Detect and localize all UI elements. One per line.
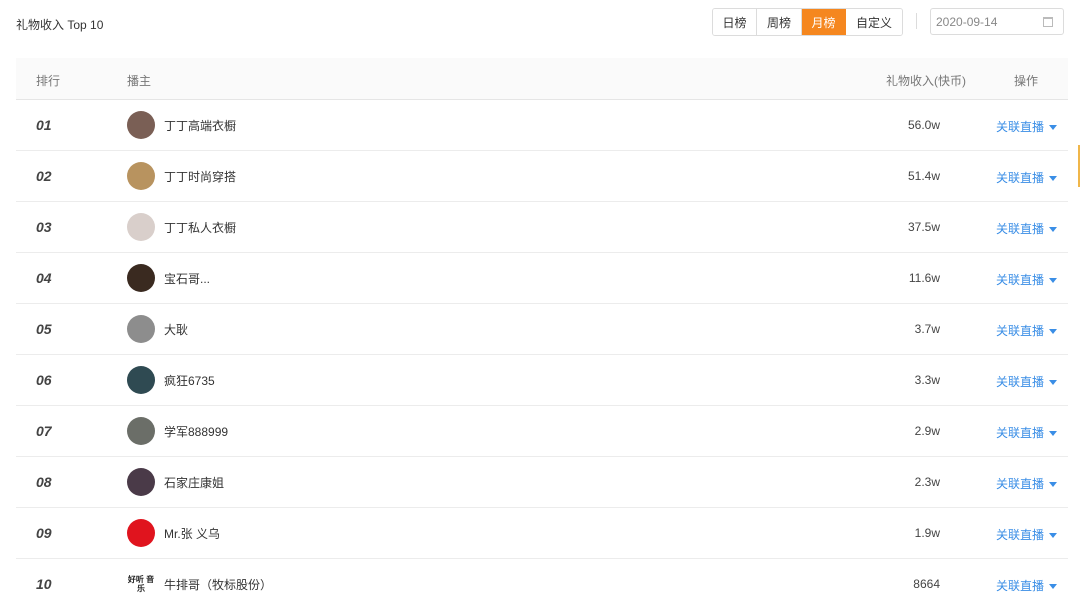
row-rank: 06 bbox=[36, 372, 52, 388]
calendar-icon bbox=[1043, 17, 1053, 27]
table-row: 05 大耿 3.7w 关联直播 bbox=[16, 304, 1068, 355]
table-header: 排行 播主 礼物收入(快币) 操作 bbox=[16, 58, 1068, 100]
gift-income-value: 1.9w bbox=[914, 526, 940, 540]
row-rank: 03 bbox=[36, 219, 52, 235]
avatar bbox=[127, 264, 155, 292]
link-live-label: 关联直播 bbox=[996, 273, 1045, 287]
caret-down-icon bbox=[1049, 278, 1058, 284]
link-live-dropdown[interactable]: 关联直播 bbox=[996, 169, 1058, 186]
host-name: 石家庄康姐 bbox=[164, 476, 225, 490]
tab-weekly[interactable]: 周榜 bbox=[757, 9, 802, 35]
link-live-dropdown[interactable]: 关联直播 bbox=[996, 220, 1058, 237]
host-name: 宝石哥... bbox=[164, 272, 211, 286]
row-rank: 02 bbox=[36, 168, 52, 184]
caret-down-icon bbox=[1049, 431, 1058, 437]
gift-income-value: 11.6w bbox=[908, 271, 940, 285]
column-header-host: 播主 bbox=[127, 74, 152, 88]
host-name: 大耿 bbox=[164, 323, 189, 337]
row-rank: 09 bbox=[36, 525, 52, 541]
host-name: 丁丁高端衣橱 bbox=[164, 119, 237, 133]
host-name: 丁丁时尚穿搭 bbox=[164, 170, 237, 184]
link-live-label: 关联直播 bbox=[996, 477, 1045, 491]
caret-down-icon bbox=[1049, 533, 1058, 539]
date-value: 2020-09-14 bbox=[936, 14, 998, 29]
link-live-dropdown[interactable]: 关联直播 bbox=[996, 577, 1058, 594]
link-live-label: 关联直播 bbox=[996, 528, 1045, 542]
table-body: 01 丁丁高端衣橱 56.0w 关联直播 02 丁丁时尚穿搭 51.4w 关联直播 03 丁丁私人… bbox=[16, 100, 1068, 608]
avatar bbox=[127, 213, 155, 241]
gift-income-table: 排行 播主 礼物收入(快币) 操作 01 丁丁高端衣橱 56.0w 关联直播 02 丁丁时… bbox=[16, 58, 1068, 608]
caret-down-icon bbox=[1049, 227, 1058, 233]
gift-income-value: 8664 bbox=[913, 577, 940, 591]
row-rank: 07 bbox=[36, 423, 52, 439]
gift-income-value: 51.4w bbox=[907, 169, 940, 183]
row-rank: 01 bbox=[36, 117, 52, 133]
gift-income-value: 3.7w bbox=[914, 322, 940, 336]
gift-income-value: 3.3w bbox=[914, 373, 940, 387]
caret-down-icon bbox=[1049, 482, 1058, 488]
caret-down-icon bbox=[1049, 329, 1058, 335]
host-name: 牛排哥（牧标股份） bbox=[164, 578, 273, 592]
host-name: 丁丁私人衣橱 bbox=[164, 221, 237, 235]
avatar bbox=[127, 519, 155, 547]
date-picker[interactable]: 2020-09-14 bbox=[930, 8, 1064, 35]
row-rank: 10 bbox=[36, 576, 52, 592]
tab-monthly[interactable]: 月榜 bbox=[802, 9, 846, 35]
column-header-rank: 排行 bbox=[36, 74, 61, 88]
avatar: 好听 音乐 bbox=[127, 570, 155, 598]
table-row: 08 石家庄康姐 2.3w 关联直播 bbox=[16, 457, 1068, 508]
link-live-dropdown[interactable]: 关联直播 bbox=[996, 373, 1058, 390]
gift-income-value: 37.5w bbox=[907, 220, 940, 234]
table-row: 06 疯狂6735 3.3w 关联直播 bbox=[16, 355, 1068, 406]
table-row: 02 丁丁时尚穿搭 51.4w 关联直播 bbox=[16, 151, 1068, 202]
link-live-dropdown[interactable]: 关联直播 bbox=[996, 526, 1058, 543]
link-live-dropdown[interactable]: 关联直播 bbox=[996, 118, 1058, 135]
table-row: 03 丁丁私人衣橱 37.5w 关联直播 bbox=[16, 202, 1068, 253]
gift-income-value: 56.0w bbox=[907, 118, 940, 132]
avatar bbox=[127, 111, 155, 139]
link-live-dropdown[interactable]: 关联直播 bbox=[996, 424, 1058, 441]
table-row: 10 好听 音乐 牛排哥（牧标股份） 8664 关联直播 bbox=[16, 559, 1068, 608]
divider bbox=[916, 13, 917, 29]
link-live-label: 关联直播 bbox=[996, 171, 1045, 185]
table-row: 04 宝石哥... 11.6w 关联直播 bbox=[16, 253, 1068, 304]
table-row: 07 学军888999 2.9w 关联直播 bbox=[16, 406, 1068, 457]
avatar bbox=[127, 366, 155, 394]
row-rank: 04 bbox=[36, 270, 52, 286]
avatar bbox=[127, 162, 155, 190]
page-title: 礼物收入 Top 10 bbox=[16, 18, 104, 32]
table-row: 09 Mr.张 义乌 1.9w 关联直播 bbox=[16, 508, 1068, 559]
link-live-label: 关联直播 bbox=[996, 120, 1045, 134]
avatar bbox=[127, 468, 155, 496]
host-name: 疯狂6735 bbox=[164, 374, 215, 388]
caret-down-icon bbox=[1049, 584, 1058, 590]
column-header-income: 礼物收入(快币) bbox=[886, 74, 966, 88]
gift-income-value: 2.3w bbox=[914, 475, 940, 489]
avatar bbox=[127, 315, 155, 343]
link-live-dropdown[interactable]: 关联直播 bbox=[996, 271, 1058, 288]
host-name: 学军888999 bbox=[164, 425, 229, 439]
link-live-dropdown[interactable]: 关联直播 bbox=[996, 322, 1058, 339]
link-live-label: 关联直播 bbox=[996, 579, 1045, 593]
link-live-label: 关联直播 bbox=[996, 375, 1045, 389]
period-tabs: 日榜 周榜 月榜 自定义 bbox=[712, 8, 903, 36]
tab-custom[interactable]: 自定义 bbox=[846, 9, 902, 35]
link-live-dropdown[interactable]: 关联直播 bbox=[996, 475, 1058, 492]
gift-income-value: 2.9w bbox=[914, 424, 940, 438]
host-name: Mr.张 义乌 bbox=[164, 527, 220, 541]
link-live-label: 关联直播 bbox=[996, 222, 1045, 236]
table-row: 01 丁丁高端衣橱 56.0w 关联直播 bbox=[16, 100, 1068, 151]
tab-daily[interactable]: 日榜 bbox=[713, 9, 757, 35]
row-rank: 08 bbox=[36, 474, 52, 490]
link-live-label: 关联直播 bbox=[996, 426, 1045, 440]
caret-down-icon bbox=[1049, 380, 1058, 386]
link-live-label: 关联直播 bbox=[996, 324, 1045, 338]
row-rank: 05 bbox=[36, 321, 52, 337]
caret-down-icon bbox=[1049, 176, 1058, 182]
caret-down-icon bbox=[1049, 125, 1058, 131]
avatar bbox=[127, 417, 155, 445]
column-header-action: 操作 bbox=[1014, 74, 1039, 88]
